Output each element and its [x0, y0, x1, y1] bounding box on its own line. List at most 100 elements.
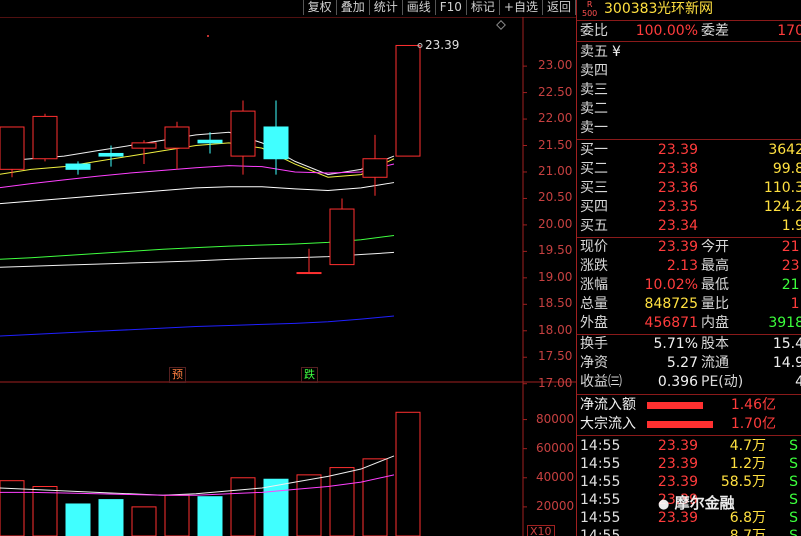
candle[interactable]: [98, 145, 124, 167]
tick-row[interactable]: 14:55 23.39 58.5万 S: [577, 473, 801, 492]
candle[interactable]: [296, 248, 322, 275]
ma-line-3: [0, 182, 395, 205]
kline-chart[interactable]: 23.00 22.50 22.00 21.50 21.00 20.50 20.00 19.50…: [0, 17, 576, 536]
quote-row: 现价 23.39今开 21.: [577, 238, 801, 257]
quote-value: 21.: [781, 239, 801, 255]
buy-row-3: 买三 23.36 110.3: [577, 179, 801, 198]
sell-label: 卖五: [580, 44, 608, 60]
toolbar-button-0[interactable]: 复权: [302, 0, 336, 15]
tick-time: 14:55: [580, 528, 621, 536]
quote-value: 456871: [644, 315, 698, 331]
candle[interactable]: [230, 100, 256, 175]
tick-price: 23.39: [657, 438, 698, 454]
candle-body: [98, 152, 124, 157]
quote-label: 最高: [701, 258, 729, 274]
candle[interactable]: [395, 44, 421, 157]
candle[interactable]: [263, 100, 289, 175]
toolbar-button-2[interactable]: 统计: [368, 0, 402, 15]
stats-label: PE(动): [701, 374, 744, 390]
tick-volume: 1.2万: [729, 456, 766, 472]
quote-label: 外盘: [580, 315, 608, 331]
candle-body: [197, 139, 223, 144]
candle-body: [296, 272, 322, 275]
candle[interactable]: [164, 121, 190, 170]
quote-label: 总量: [580, 296, 608, 312]
stats-label: 换手: [580, 336, 608, 352]
divider: [577, 41, 801, 42]
buy-row-5: 买五 23.34 1.9: [577, 217, 801, 236]
buy-row-4: 买四 23.35 124.2: [577, 198, 801, 217]
volume-tick-label: 60000: [536, 440, 575, 455]
candle-body: [0, 126, 25, 170]
stock-name: 光环新网: [657, 1, 713, 17]
volume-bar: [263, 478, 289, 536]
divider: [577, 139, 801, 140]
badge-top: R: [586, 0, 593, 9]
market-badge: R 500: [582, 0, 597, 18]
volume-bar: [197, 496, 223, 536]
candle[interactable]: [197, 132, 223, 154]
quote-value: 23.: [781, 258, 801, 274]
y-tick-label: 22.50: [538, 84, 573, 99]
toolbar-button-1[interactable]: 叠加: [335, 0, 369, 15]
signal-marker[interactable]: 跌: [301, 367, 318, 383]
sell-row-1: 卖一: [577, 119, 801, 138]
tick-time: 14:55: [580, 456, 621, 472]
last-price-label: 23.39: [425, 38, 460, 53]
signal-marker[interactable]: 预: [169, 367, 186, 383]
buy-label: 买二: [580, 161, 608, 177]
sell-row-4: 卖四: [577, 62, 801, 81]
tick-time: 14:55: [580, 510, 621, 526]
flow-label: 净流入额: [580, 397, 636, 413]
y-tick-label: 21.00: [538, 163, 573, 178]
toolbar-button-6[interactable]: +自选: [498, 0, 542, 15]
quote-value: 10.02%: [644, 277, 698, 293]
candle-body: [131, 142, 157, 149]
y-tick-label: 20.00: [538, 216, 573, 231]
chart-canvas[interactable]: [0, 17, 576, 536]
buy-volume: 110.3: [763, 180, 801, 196]
toolbar-button-7[interactable]: 返回: [541, 0, 576, 15]
stats-label: 收益㈢: [580, 374, 622, 390]
candle[interactable]: [0, 126, 25, 178]
buy-price: 23.39: [657, 142, 698, 158]
tick-row[interactable]: 14:55 23.39 4.7万 S: [577, 437, 801, 456]
diamond-icon[interactable]: [496, 20, 506, 30]
volume-bar: [32, 486, 58, 536]
candle-body: [230, 110, 256, 157]
volume-bar: [131, 506, 157, 536]
toolbar-button-5[interactable]: 标记: [465, 0, 499, 15]
volume-bar: [164, 494, 190, 536]
quote-value: 2.13: [666, 258, 698, 274]
y-tick-label: 23.00: [538, 58, 573, 73]
flow-row: 大宗流入 1.70亿: [577, 415, 801, 434]
stats-value: 14.9: [772, 355, 801, 371]
stats-row: 换手 5.71% 股本 15.4: [577, 335, 801, 354]
toolbar-button-3[interactable]: 画线: [401, 0, 435, 15]
buy-price: 23.35: [657, 199, 698, 215]
candle[interactable]: [32, 113, 58, 162]
volume-unit-label: X10: [527, 525, 555, 536]
ma-line-6: [0, 315, 395, 337]
weibi-value: 100.00%: [635, 23, 698, 39]
stats-row: 净资 5.27 流通 14.9: [577, 354, 801, 373]
quote-value: 23.39: [657, 239, 698, 255]
tick-row[interactable]: 14:55 23.39 1.2万 S: [577, 455, 801, 474]
stats-value: 5.27: [666, 355, 698, 371]
tick-row[interactable]: 14:55 8.7万 S: [577, 527, 801, 536]
volume-tick-label: 40000: [536, 469, 575, 484]
toolbar-button-4[interactable]: F10: [434, 0, 466, 15]
weicha-value: 170: [777, 23, 801, 39]
volume-tick-label: 80000: [536, 411, 575, 426]
divider: [577, 394, 801, 395]
tick-side: S: [789, 510, 798, 526]
candle[interactable]: [329, 198, 355, 266]
volume-bar: [230, 477, 256, 536]
ma-line-2: [0, 163, 395, 189]
buy-label: 买一: [580, 142, 608, 158]
quote-value: 848725: [644, 296, 698, 312]
y-tick-label: 20.50: [538, 190, 573, 205]
quote-value: 1.: [790, 296, 801, 312]
buy-price: 23.38: [657, 161, 698, 177]
buy-row-1: 买一 23.39 3642: [577, 141, 801, 160]
